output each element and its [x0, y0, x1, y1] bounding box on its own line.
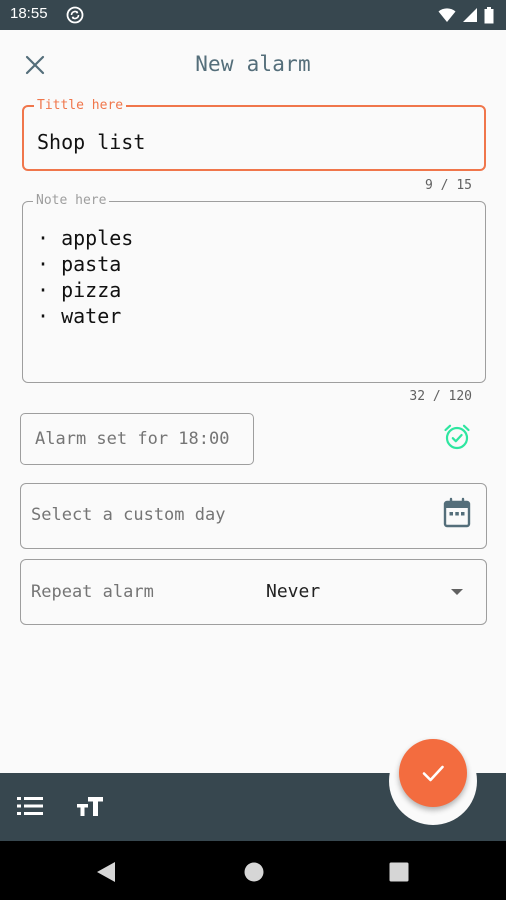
note-line: · apples	[37, 226, 134, 250]
dropdown-arrow-icon	[451, 589, 463, 595]
calendar-icon[interactable]	[442, 497, 472, 529]
recents-icon[interactable]	[389, 862, 409, 882]
signal-icon	[463, 8, 477, 22]
title-field[interactable]: Tittle here Shop list	[22, 98, 486, 171]
sync-icon	[66, 6, 84, 24]
alarm-clock-icon[interactable]	[442, 422, 472, 452]
text-size-icon[interactable]	[76, 794, 104, 818]
custom-day-placeholder: Select a custom day	[31, 505, 226, 525]
list-icon[interactable]	[17, 795, 43, 817]
system-nav-bar	[0, 841, 506, 900]
note-field-label: Note here	[33, 193, 110, 209]
status-bar: 18:55	[0, 0, 506, 30]
note-field[interactable]: Note here · apples · pasta · pizza · wat…	[22, 193, 486, 383]
title-input-value[interactable]: Shop list	[37, 130, 145, 154]
save-fab-button[interactable]	[399, 739, 467, 807]
title-char-counter: 9 / 15	[425, 178, 472, 193]
battery-icon	[484, 6, 494, 23]
title-field-label: Tittle here	[34, 98, 127, 114]
note-line: · water	[37, 304, 122, 328]
custom-day-field[interactable]: Select a custom day	[20, 483, 487, 549]
repeat-alarm-select[interactable]: Repeat alarm Never	[20, 559, 487, 625]
home-icon[interactable]	[244, 862, 264, 882]
note-text[interactable]: · apples · pasta · pizza · water	[37, 225, 133, 329]
check-icon	[422, 765, 444, 782]
repeat-alarm-value: Never	[266, 581, 321, 602]
wifi-icon	[438, 8, 456, 22]
repeat-alarm-label: Repeat alarm	[31, 582, 154, 602]
note-line: · pizza	[37, 278, 122, 302]
note-char-counter: 32 / 120	[409, 389, 472, 404]
page-title: New alarm	[195, 52, 311, 76]
alarm-time-button[interactable]: Alarm set for 18:00	[20, 413, 254, 465]
status-time: 18:55	[10, 5, 48, 22]
back-icon[interactable]	[96, 861, 116, 883]
note-line: · pasta	[37, 252, 122, 276]
